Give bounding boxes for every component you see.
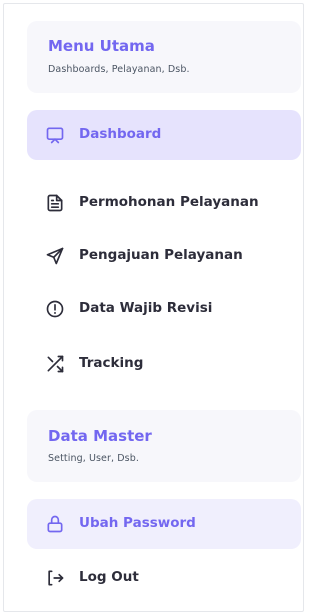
nav-item-label: Log Out [79, 569, 139, 585]
monitor-icon [45, 125, 65, 145]
nav-item-dashboard[interactable]: Dashboard [27, 110, 301, 160]
nav-item-tracking[interactable]: Tracking [27, 339, 301, 389]
nav-item-data-wajib-revisi[interactable]: Data Wajib Revisi [27, 284, 301, 334]
send-icon [45, 246, 65, 266]
shuffle-icon [45, 354, 65, 374]
nav-item-label: Dashboard [79, 126, 162, 142]
nav-item-label: Ubah Password [79, 515, 196, 531]
nav-item-log-out[interactable]: Log Out [27, 553, 301, 603]
section-menu-utama: Menu Utama Dashboards, Pelayanan, Dsb. [27, 21, 301, 93]
section-title: Menu Utama [48, 37, 155, 55]
nav-item-label: Permohonan Pelayanan [79, 194, 259, 210]
section-data-master: Data Master Setting, User, Dsb. [27, 410, 301, 482]
nav-item-label: Data Wajib Revisi [79, 300, 213, 316]
section-subtitle: Dashboards, Pelayanan, Dsb. [48, 64, 190, 75]
nav-item-pengajuan-pelayanan[interactable]: Pengajuan Pelayanan [27, 231, 301, 281]
logout-icon [45, 568, 65, 588]
alert-circle-icon [45, 299, 65, 319]
nav-item-permohonan-pelayanan[interactable]: Permohonan Pelayanan [27, 178, 301, 228]
nav-item-label: Pengajuan Pelayanan [79, 247, 243, 263]
document-icon [45, 193, 65, 213]
section-subtitle: Setting, User, Dsb. [48, 453, 139, 464]
section-title: Data Master [48, 427, 152, 445]
nav-item-label: Tracking [79, 355, 144, 371]
lock-icon [45, 514, 65, 534]
nav-item-ubah-password[interactable]: Ubah Password [27, 499, 301, 549]
